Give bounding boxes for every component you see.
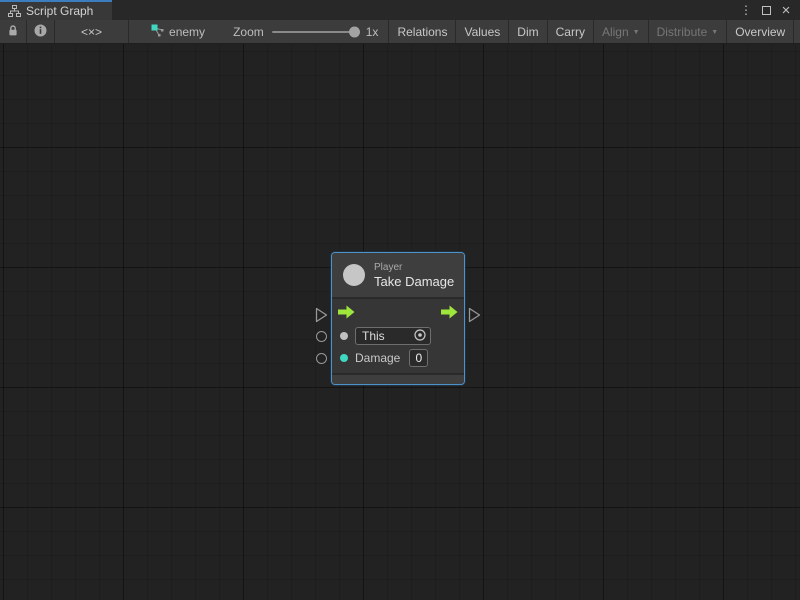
zoom-control: Zoom 1x — [223, 20, 388, 43]
values-label: Values — [464, 25, 500, 39]
align-dropdown-button[interactable]: Align ▼ — [594, 20, 649, 43]
damage-input-row: Damage — [332, 347, 464, 369]
node-header[interactable]: Player Take Damage — [332, 253, 464, 299]
node-category: Player — [374, 262, 454, 273]
info-icon — [34, 24, 47, 40]
this-input-row: This — [332, 325, 464, 347]
lock-icon — [7, 24, 19, 40]
flow-output-port[interactable] — [441, 305, 458, 319]
circle-port-icon — [316, 353, 327, 364]
script-graph-asset-icon — [151, 24, 164, 40]
this-object-field[interactable]: This — [355, 327, 431, 345]
overview-button[interactable]: Overview — [727, 20, 794, 43]
relations-button[interactable]: Relations — [388, 20, 456, 43]
circle-port-icon — [316, 331, 327, 342]
graph-toolbar: <×> enemy Zoom 1x Relations — [0, 20, 800, 44]
this-field-label: This — [362, 329, 385, 343]
flow-input-port[interactable] — [338, 305, 355, 319]
damage-external-port[interactable] — [316, 353, 327, 364]
tabbar-spacer — [112, 0, 738, 20]
code-x-icon: <×> — [81, 25, 102, 39]
overview-label: Overview — [735, 25, 785, 39]
damage-label: Damage — [355, 351, 400, 365]
window-controls: ⋮ × — [738, 0, 800, 20]
chevron-down-icon: ▼ — [633, 29, 640, 36]
graph-hierarchy-icon — [8, 5, 21, 17]
zoom-value: 1x — [366, 25, 379, 39]
toolbar-right-group: Relations Values Dim Carry Align ▼ Distr… — [388, 20, 800, 43]
carry-button[interactable]: Carry — [548, 20, 594, 43]
this-external-port[interactable] — [316, 331, 327, 342]
dim-label: Dim — [517, 25, 538, 39]
close-button[interactable]: × — [778, 2, 794, 18]
damage-port-dot-icon[interactable] — [340, 354, 348, 362]
chevron-down-icon: ▼ — [711, 29, 718, 36]
values-button[interactable]: Values — [456, 20, 509, 43]
window-menu-button[interactable]: ⋮ — [738, 2, 754, 18]
tab-title: Script Graph — [26, 4, 93, 18]
variables-code-button[interactable]: <×> — [55, 20, 129, 43]
align-label: Align — [602, 25, 629, 39]
zoom-slider[interactable] — [272, 31, 358, 33]
this-port-dot-icon[interactable] — [340, 332, 348, 340]
node-titles: Player Take Damage — [374, 262, 454, 289]
flow-output-external-port[interactable] — [468, 307, 481, 323]
target-picker-icon — [413, 328, 427, 345]
info-button[interactable] — [27, 20, 55, 43]
take-damage-node[interactable]: Player Take Damage — [331, 252, 465, 385]
relations-label: Relations — [397, 25, 447, 39]
distribute-label: Distribute — [657, 25, 708, 39]
zoom-slider-handle[interactable] — [349, 26, 360, 37]
graph-canvas[interactable]: Player Take Damage — [0, 44, 800, 600]
carry-label: Carry — [556, 25, 585, 39]
node-footer — [332, 373, 464, 384]
dim-button[interactable]: Dim — [509, 20, 547, 43]
script-graph-window: Script Graph ⋮ × — [0, 0, 800, 600]
breadcrumb-enemy[interactable]: enemy — [141, 20, 215, 43]
damage-value-input[interactable] — [409, 349, 428, 367]
flow-ports-row — [332, 299, 464, 325]
full-screen-button[interactable]: Full Screen — [794, 20, 800, 43]
maximize-icon — [762, 6, 771, 15]
node-title: Take Damage — [374, 274, 454, 289]
unit-sphere-icon — [343, 264, 365, 286]
lock-button[interactable] — [0, 20, 27, 43]
zoom-label: Zoom — [233, 25, 264, 39]
tab-script-graph[interactable]: Script Graph — [0, 0, 112, 20]
flow-input-external-port[interactable] — [315, 307, 328, 323]
distribute-dropdown-button[interactable]: Distribute ▼ — [649, 20, 728, 43]
tab-bar: Script Graph ⋮ × — [0, 0, 800, 20]
maximize-button[interactable] — [758, 2, 774, 18]
breadcrumb-label: enemy — [169, 25, 205, 39]
